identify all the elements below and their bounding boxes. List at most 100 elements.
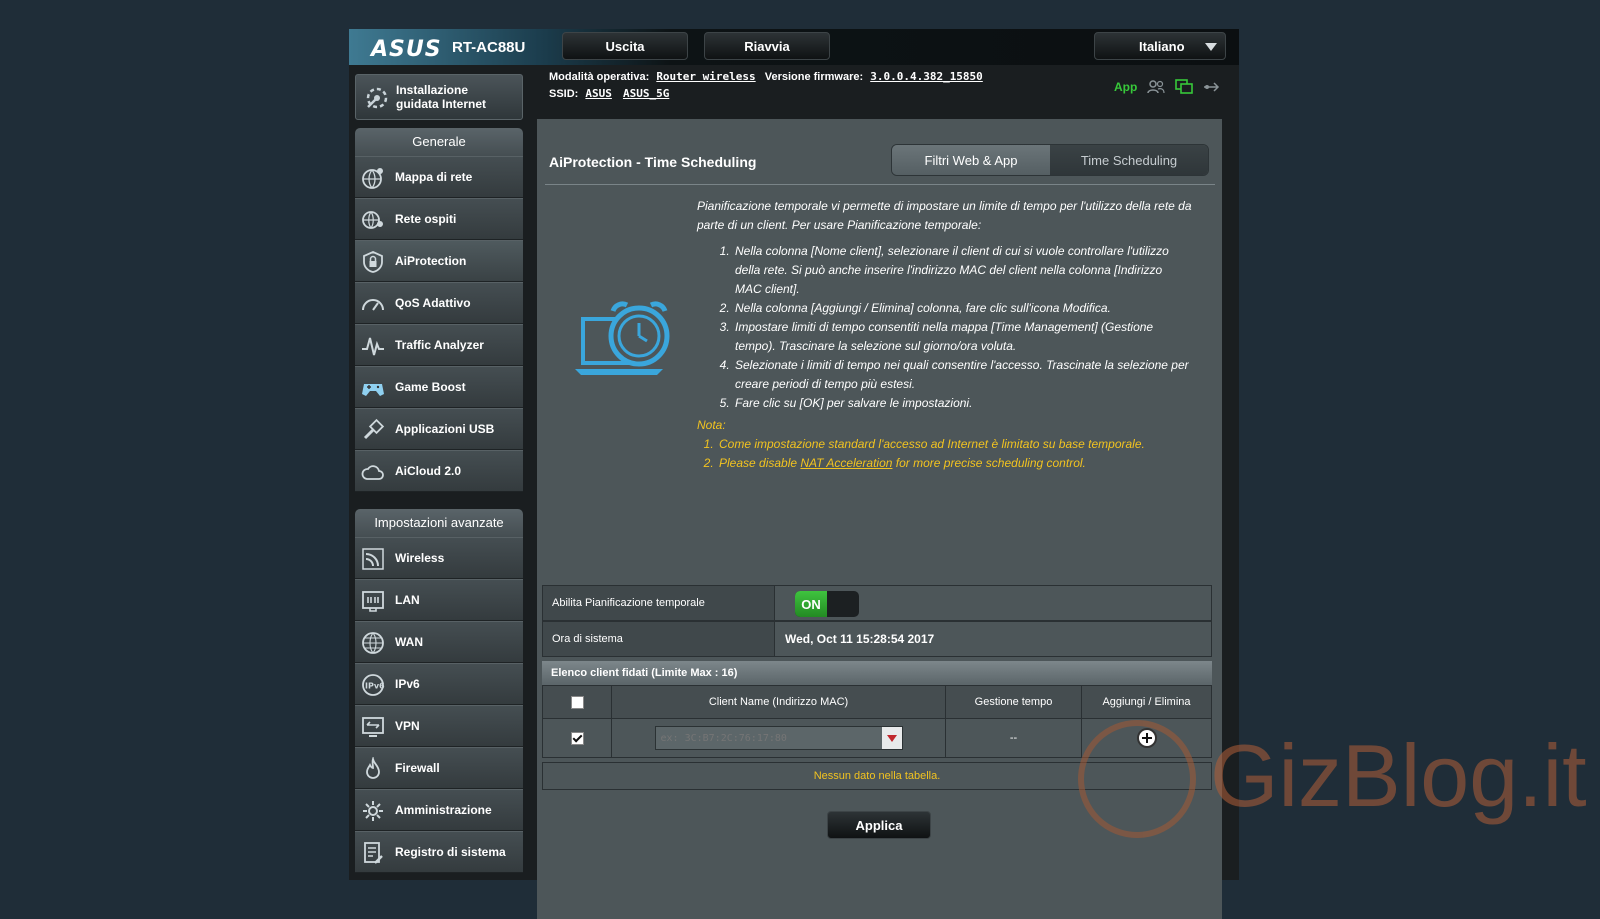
sidebar-item-label: Traffic Analyzer	[395, 338, 484, 352]
client-select-cell	[611, 718, 946, 758]
sidebar-item-label: Game Boost	[395, 380, 466, 394]
dropdown-arrow-icon[interactable]	[881, 727, 902, 749]
info-line-2: SSID: ASUS ASUS_5G	[549, 87, 669, 100]
guest-network-icon	[362, 211, 383, 229]
reboot-button[interactable]: Riavvia	[704, 32, 830, 60]
sidebar-item-firewall[interactable]: Firewall	[355, 747, 523, 789]
usb-icon	[363, 418, 385, 440]
note-title: Nota:	[697, 418, 726, 432]
sidebar-item-label: Mappa di rete	[395, 170, 473, 184]
system-time-value: Wed, Oct 11 15:28:54 2017	[785, 632, 935, 646]
time-management-cell: --	[945, 718, 1082, 758]
general-section-title: Generale	[355, 128, 523, 156]
sidebar-item-lan[interactable]: LAN	[355, 579, 523, 621]
mode-link[interactable]: Router wireless	[656, 70, 755, 83]
shield-lock-icon	[363, 251, 383, 273]
cloud-icon	[361, 465, 384, 480]
network-status-icon[interactable]	[1175, 79, 1194, 95]
log-icon	[364, 842, 383, 864]
sidebar-item-label: Rete ospiti	[395, 212, 457, 226]
usb-status-icon[interactable]	[1203, 81, 1221, 93]
wizard-label-line1: Installazione	[396, 83, 469, 97]
info-line-1: Modalità operativa: Router wireless Vers…	[549, 70, 983, 83]
sidebar-item-aicloud[interactable]: AiCloud 2.0	[355, 450, 523, 492]
system-time-row: Ora di sistema Wed, Oct 11 15:28:54 2017	[542, 621, 1212, 657]
speedometer-icon	[362, 299, 384, 311]
language-value: Italiano	[1139, 39, 1185, 54]
general-menu: Mappa di rete Rete ospiti AiProtection Q…	[355, 156, 523, 492]
enable-scheduling-toggle[interactable]: ON	[795, 591, 859, 617]
time-scheduling-illustration-icon	[575, 301, 670, 375]
language-select[interactable]: Italiano	[1094, 32, 1226, 60]
ssid-label: SSID:	[549, 88, 579, 100]
wifi-icon	[362, 548, 384, 570]
sidebar-item-label: IPv6	[395, 677, 420, 691]
sidebar-item-usb-apps[interactable]: Applicazioni USB	[355, 408, 523, 450]
sidebar-item-wireless[interactable]: Wireless	[355, 537, 523, 579]
client-mac-input[interactable]	[658, 729, 883, 748]
sidebar-item-wan[interactable]: WAN	[355, 621, 523, 663]
ssid-link-24[interactable]: ASUS	[585, 87, 612, 100]
sidebar-item-vpn[interactable]: VPN	[355, 705, 523, 747]
note-text: for more precise scheduling control.	[892, 456, 1086, 470]
sidebar-item-network-map[interactable]: Mappa di rete	[355, 156, 523, 198]
step-item: Impostare limiti di tempo consentiti nel…	[733, 318, 1192, 356]
sidebar-item-label: Firewall	[395, 761, 440, 775]
network-map-icon	[362, 168, 383, 189]
select-all-checkbox[interactable]	[570, 695, 584, 709]
sidebar-item-traffic-analyzer[interactable]: Traffic Analyzer	[355, 324, 523, 366]
column-header: Gestione tempo	[945, 685, 1082, 719]
sidebar-item-qos[interactable]: QoS Adattivo	[355, 282, 523, 324]
step-item: Nella colonna [Nome client], selezionare…	[733, 242, 1192, 299]
note-text: Please disable	[719, 456, 801, 470]
app-link[interactable]: App	[1114, 80, 1137, 94]
sidebar-item-game-boost[interactable]: Game Boost	[355, 366, 523, 408]
enable-scheduling-row: Abilita Pianificazione temporale ON	[542, 585, 1212, 621]
note-item: Please disable NAT Acceleration for more…	[717, 454, 1192, 473]
note-block: Nota: Come impostazione standard l'acces…	[697, 416, 1192, 473]
system-time-label: Ora di sistema	[543, 622, 775, 656]
lan-icon	[362, 591, 384, 612]
clients-icon[interactable]	[1147, 80, 1165, 94]
sidebar-item-aiprotection[interactable]: AiProtection	[355, 240, 523, 282]
status-icons: App	[1114, 79, 1221, 95]
logout-button[interactable]: Uscita	[562, 32, 688, 60]
wizard-label-line2: guidata Internet	[396, 97, 487, 111]
client-mac-select[interactable]	[654, 726, 903, 750]
sidebar-item-ipv6[interactable]: IPv6 IPv6	[355, 663, 523, 705]
advanced-section-title: Impostazioni avanzate	[355, 509, 523, 537]
sidebar-item-label: AiProtection	[395, 254, 467, 268]
table-header-row: Client Name (Indirizzo MAC) Gestione tem…	[542, 685, 1212, 719]
sidebar-item-label: Wireless	[395, 551, 445, 565]
router-model: RT-AC88U	[452, 39, 526, 56]
advanced-menu: Wireless LAN WAN IPv6 IPv6 VPN Firewall …	[355, 537, 523, 873]
apply-button[interactable]: Applica	[827, 811, 931, 839]
title-divider	[545, 184, 1215, 185]
toggle-on-label: ON	[795, 591, 827, 617]
sidebar-item-label: Applicazioni USB	[395, 422, 495, 436]
nat-acceleration-link[interactable]: NAT Acceleration	[800, 456, 892, 470]
gamepad-icon	[362, 384, 384, 396]
sidebar-item-guest-network[interactable]: Rete ospiti	[355, 198, 523, 240]
ssid-link-5g[interactable]: ASUS_5G	[623, 87, 669, 100]
select-all-cell	[542, 685, 612, 719]
tab-web-app-filters[interactable]: Filtri Web & App	[892, 145, 1050, 175]
gizblog-watermark: GizBlog.it	[1078, 720, 1587, 850]
wizard-icon	[366, 87, 388, 109]
vpn-icon	[362, 717, 384, 737]
row-checkbox[interactable]	[570, 731, 584, 745]
top-banner: ASUS RT-AC88U Uscita Riavvia Italiano	[349, 29, 1239, 65]
sidebar-item-label: Registro di sistema	[395, 845, 506, 859]
asus-logo: ASUS	[371, 37, 442, 62]
sidebar-item-administration[interactable]: Amministrazione	[355, 789, 523, 831]
sidebar-item-system-log[interactable]: Registro di sistema	[355, 831, 523, 873]
watermark-logo-icon	[1078, 720, 1196, 838]
quick-internet-setup-button[interactable]: Installazione guidata Internet	[355, 74, 523, 120]
svg-text:IPv6: IPv6	[365, 682, 385, 691]
tab-time-scheduling[interactable]: Time Scheduling	[1050, 145, 1208, 175]
firmware-link[interactable]: 3.0.0.4.382_15850	[870, 70, 983, 83]
traffic-analyzer-icon	[362, 337, 384, 356]
firmware-label: Versione firmware:	[764, 71, 864, 83]
sidebar-item-label: Amministrazione	[395, 803, 492, 817]
sidebar-item-label: VPN	[395, 719, 420, 733]
